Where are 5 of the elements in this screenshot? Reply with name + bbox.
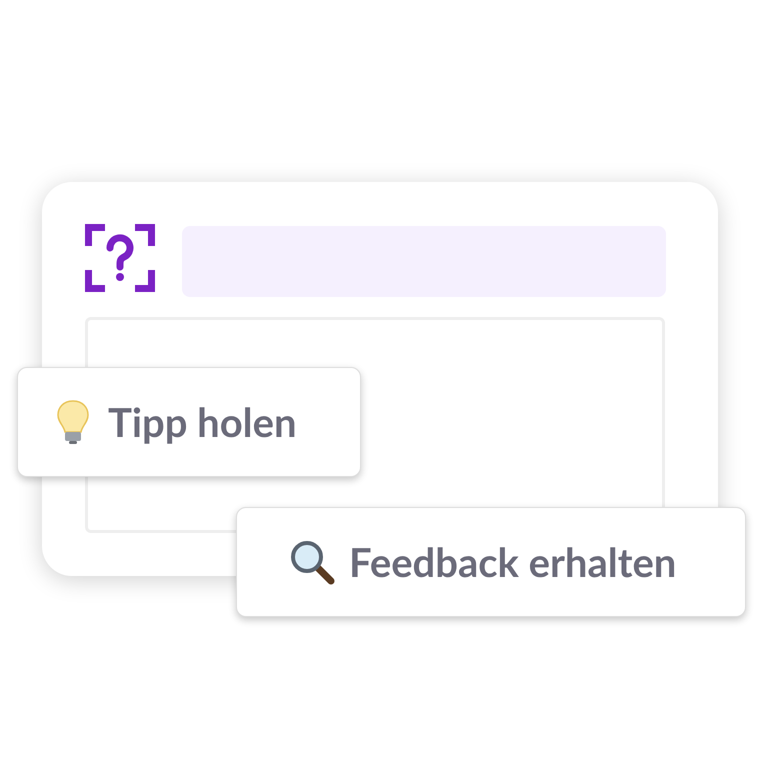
question-frame-icon bbox=[85, 224, 155, 292]
lightbulb-icon bbox=[56, 399, 90, 445]
action-button[interactable]: Tipp holen bbox=[17, 367, 361, 477]
action-button[interactable]: Feedback erhalten bbox=[236, 507, 746, 617]
search-icon bbox=[289, 539, 335, 585]
